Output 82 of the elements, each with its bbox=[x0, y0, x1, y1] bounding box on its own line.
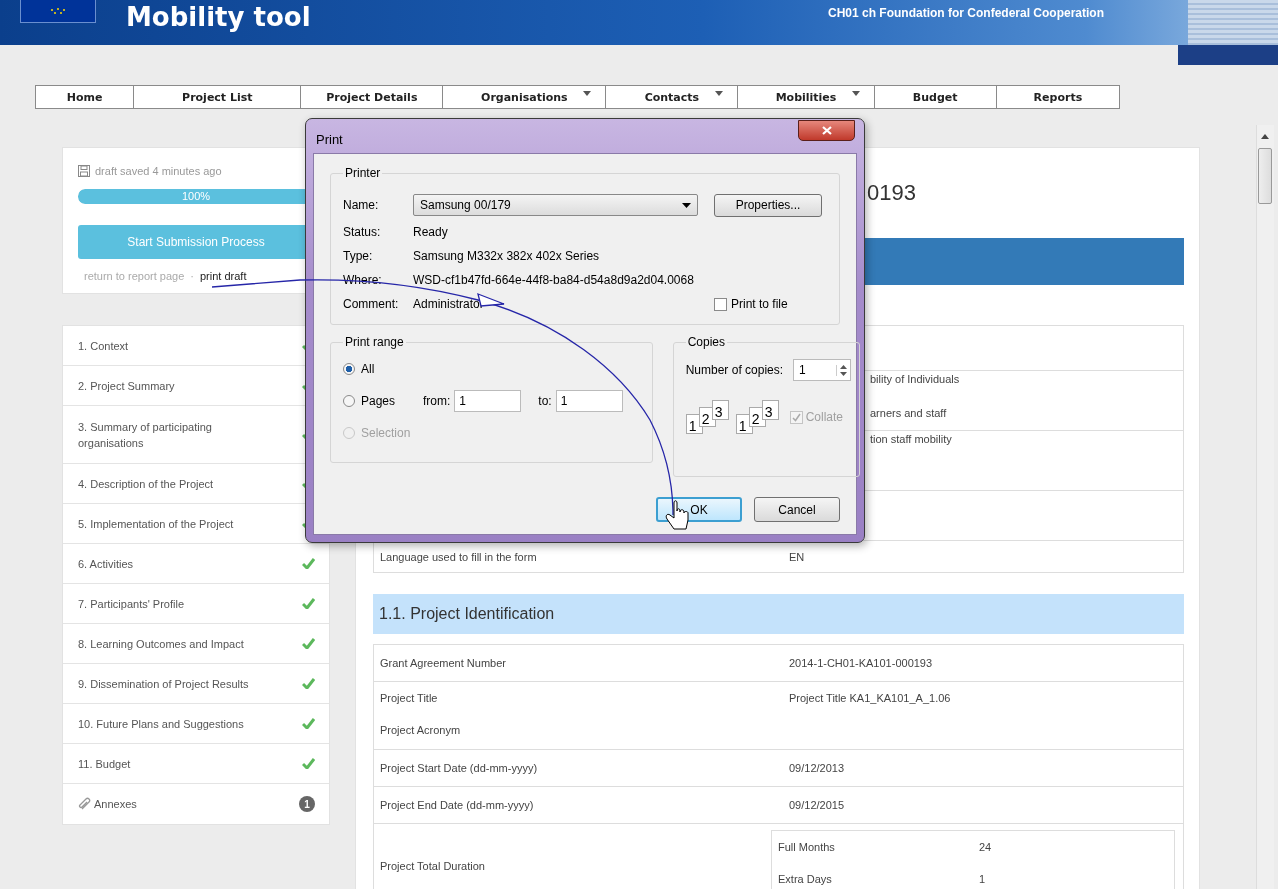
link-separator: · bbox=[190, 270, 194, 282]
field-value: WSD-cf1b47fd-664e-44f8-ba84-d54a8d9a2d04.0068 bbox=[413, 273, 694, 287]
section-item[interactable]: 6. Activities bbox=[63, 544, 329, 584]
field-value: Ready bbox=[413, 225, 448, 239]
scroll-thumb[interactable] bbox=[1258, 148, 1272, 204]
field-label: to: bbox=[538, 394, 552, 408]
field-value: 2014-1-CH01-KA101-000193 bbox=[789, 657, 933, 669]
nav-item[interactable]: Home bbox=[36, 86, 135, 108]
field-label: Extra Days bbox=[778, 873, 832, 885]
tick-icon bbox=[791, 412, 801, 422]
group-label: Printer bbox=[344, 166, 382, 180]
section-item[interactable]: 11. Budget bbox=[63, 744, 329, 784]
to-page-field[interactable]: 1 bbox=[555, 390, 623, 412]
nav-item[interactable]: Project Details bbox=[301, 86, 444, 108]
field-value: bility of Individuals bbox=[870, 372, 961, 386]
annexes-label: Annexes bbox=[94, 797, 137, 812]
flag-logo-icon bbox=[20, 0, 96, 23]
copies-spinner[interactable]: 1 bbox=[793, 359, 852, 381]
dialog-button[interactable]: Cancel bbox=[754, 497, 840, 522]
group-label: Print range bbox=[344, 335, 405, 349]
field-label: Number of copies: bbox=[685, 363, 784, 377]
range-radio[interactable]: All bbox=[343, 362, 423, 376]
save-status: draft saved 4 minutes ago bbox=[95, 165, 222, 177]
section-item[interactable]: 10. Future Plans and Suggestions bbox=[63, 704, 329, 744]
app-title: Mobility tool bbox=[126, 2, 311, 32]
nav-item[interactable]: Mobilities bbox=[738, 86, 875, 108]
scroll-up-icon[interactable] bbox=[1261, 134, 1269, 139]
field-value: 24 bbox=[979, 841, 992, 853]
field-value: 09/12/2015 bbox=[789, 799, 845, 811]
printer-select[interactable]: Samsung 00/179 bbox=[413, 194, 698, 216]
section-item[interactable]: 9. Dissemination of Project Results bbox=[63, 664, 329, 704]
field-label: Language used to fill in the form bbox=[380, 550, 537, 563]
scrollbar[interactable] bbox=[1256, 125, 1274, 889]
field-label: Name: bbox=[343, 198, 380, 212]
field-label: Type: bbox=[343, 249, 374, 263]
field-value: Project Title KA1_KA101_A_1.06 bbox=[789, 692, 951, 704]
field-label: Project Start Date (dd-mm-yyyy) bbox=[380, 762, 538, 774]
nav-item[interactable]: Budget bbox=[874, 86, 997, 108]
field-value: 09/12/2013 bbox=[789, 762, 845, 774]
print-to-file-checkbox[interactable]: Print to file bbox=[714, 297, 788, 311]
field-value: arners and staff bbox=[870, 406, 948, 420]
field-value: 1 bbox=[979, 873, 986, 885]
field-value: Administrator bbox=[413, 297, 484, 311]
field-value: tion staff mobility bbox=[870, 432, 953, 446]
paperclip-icon bbox=[78, 797, 92, 811]
nav-item[interactable]: Reports bbox=[996, 86, 1119, 108]
caret-icon bbox=[583, 91, 592, 96]
progress-label: 100% bbox=[180, 190, 212, 202]
field-value: EN bbox=[789, 550, 805, 563]
field-label: Project Acronym bbox=[380, 724, 461, 736]
field-label: Project Title bbox=[380, 692, 438, 704]
section-item[interactable]: 7. Participants' Profile bbox=[63, 584, 329, 624]
nav-item[interactable]: Project List bbox=[134, 86, 302, 108]
hand-cursor-icon bbox=[665, 500, 689, 530]
from-page-field[interactable]: 1 bbox=[454, 390, 522, 412]
field-label: Full Months bbox=[778, 841, 835, 853]
range-radio[interactable]: Pages bbox=[343, 394, 423, 408]
section-item[interactable]: 8. Learning Outcomes and Impact bbox=[63, 624, 329, 664]
page-heading: 0193 bbox=[867, 180, 916, 206]
close-button[interactable] bbox=[798, 120, 855, 141]
nav-item[interactable]: Organisations bbox=[443, 86, 607, 108]
field-label: Project Total Duration bbox=[380, 860, 485, 872]
close-icon bbox=[821, 126, 832, 135]
dropdown-arrow-icon bbox=[682, 202, 691, 208]
save-icon bbox=[78, 165, 90, 177]
count-badge: 1 bbox=[299, 796, 315, 812]
field-label: Status: bbox=[343, 225, 382, 239]
field-label: from: bbox=[423, 394, 451, 408]
section-title: 1.1. Project Identification bbox=[379, 605, 555, 623]
print-draft-link[interactable]: print draft bbox=[199, 270, 247, 282]
dialog-title: Print bbox=[316, 132, 343, 147]
caret-icon bbox=[715, 91, 724, 96]
properties-button[interactable]: Properties... bbox=[714, 193, 822, 217]
field-label: Project End Date (dd-mm-yyyy) bbox=[380, 799, 534, 811]
caret-icon bbox=[851, 91, 860, 96]
group-label: Copies bbox=[686, 335, 727, 349]
field-label: Comment: bbox=[343, 297, 400, 311]
section-item[interactable]: Annexes 1 bbox=[63, 784, 329, 824]
field-value: Samsung M332x 382x 402x Series bbox=[413, 249, 600, 263]
field-label: Grant Agreement Number bbox=[380, 657, 506, 669]
organisation-name: CH01 ch Foundation for Confederal Cooperation bbox=[828, 6, 1104, 20]
nav-item[interactable]: Contacts bbox=[606, 86, 739, 108]
